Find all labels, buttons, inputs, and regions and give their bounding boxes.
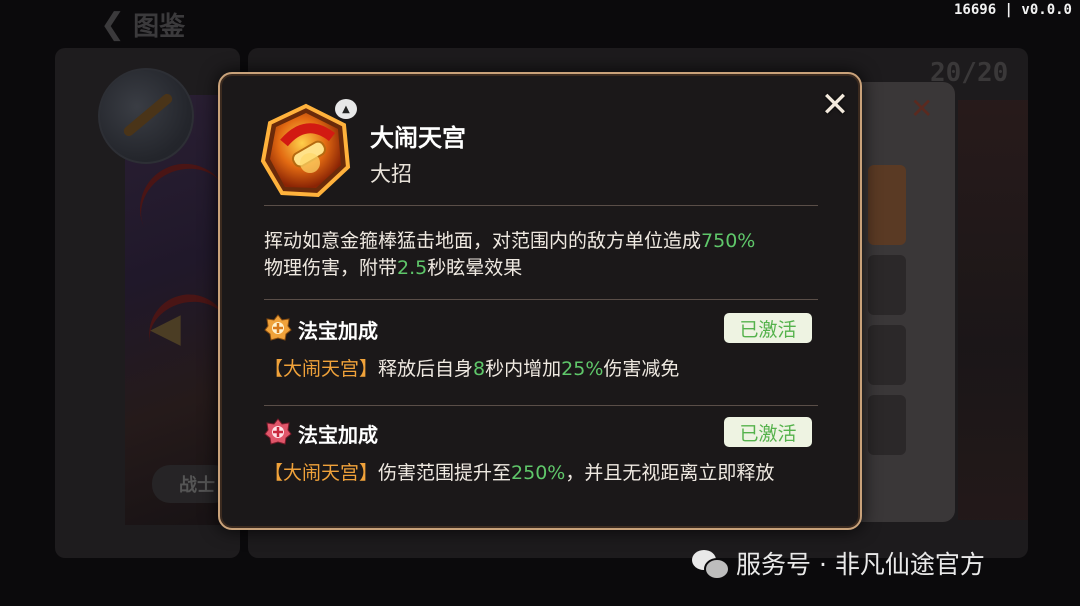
arrow-left-icon[interactable]: ◀ bbox=[150, 305, 181, 351]
watermark: 服务号 · 非凡仙途官方 bbox=[692, 545, 985, 581]
status-badge: 已激活 bbox=[724, 417, 812, 447]
bonus-description: 【大闹天宫】伤害范围提升至250%，并且无视距离立即释放 bbox=[264, 462, 775, 484]
bg-card bbox=[868, 255, 906, 315]
weapon-emblem-icon bbox=[98, 68, 194, 164]
skill-name: 大闹天宫 bbox=[370, 124, 466, 152]
divider bbox=[264, 405, 818, 406]
bg-card bbox=[868, 325, 906, 385]
triangle-up-icon: ▲ bbox=[335, 99, 357, 119]
wechat-icon bbox=[692, 548, 730, 580]
divider bbox=[264, 299, 818, 300]
chevron-left-icon: ❮ bbox=[100, 7, 126, 42]
close-button[interactable]: ✕ bbox=[818, 88, 852, 122]
bonus-description: 【大闹天宫】释放后自身8秒内增加25%伤害减免 bbox=[264, 358, 680, 380]
back-button[interactable]: ❮ 图鉴 bbox=[100, 6, 185, 43]
bonus-title: 法宝加成 bbox=[298, 423, 378, 447]
treasure-red-icon bbox=[264, 418, 292, 445]
watermark-text: 服务号 · 非凡仙途官方 bbox=[736, 550, 985, 579]
treasure-gold-icon bbox=[264, 314, 292, 341]
skill-description: 挥动如意金箍棒猛击地面，对范围内的敌方单位造成750% 物理伤害，附带2.5秒眩… bbox=[264, 230, 756, 279]
divider bbox=[264, 205, 818, 206]
close-icon: ✕ bbox=[910, 92, 934, 125]
status-badge: 已激活 bbox=[724, 313, 812, 343]
bonus-title: 法宝加成 bbox=[298, 319, 378, 343]
bg-card bbox=[868, 165, 906, 245]
skill-type: 大招 bbox=[370, 162, 412, 186]
right-decoration bbox=[958, 100, 1028, 520]
close-icon: ✕ bbox=[820, 85, 850, 125]
back-label: 图鉴 bbox=[133, 12, 186, 42]
version-label: 16696 | v0.0.0 bbox=[953, 2, 1072, 18]
bg-card bbox=[868, 395, 906, 455]
